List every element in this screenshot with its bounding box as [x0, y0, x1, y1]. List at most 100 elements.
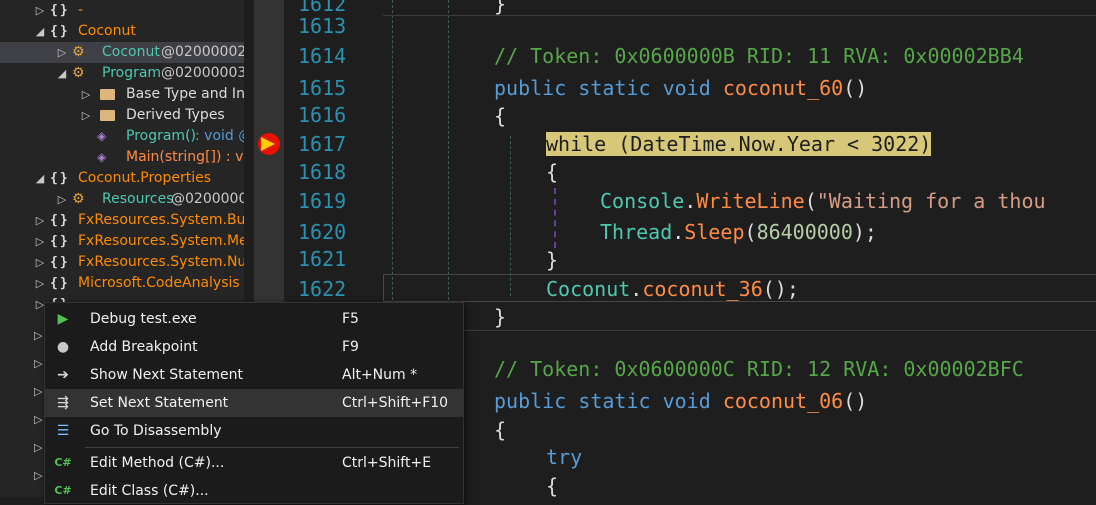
method-name[interactable]: coconut_60 — [723, 76, 843, 100]
menu-item-label: Show Next Statement — [90, 367, 243, 383]
code-line[interactable]: } — [494, 305, 506, 329]
menu-item-shortcut: F5 — [342, 311, 359, 327]
code-line[interactable]: } — [546, 248, 558, 272]
menu-item-debug[interactable]: ▶ Debug test.exe F5 — [45, 305, 463, 333]
dot: . — [630, 277, 643, 301]
method-name[interactable]: coconut_06 — [723, 389, 843, 413]
namespace-icon: {} — [50, 3, 70, 18]
brace: { — [546, 474, 559, 497]
code-line[interactable]: { — [546, 474, 558, 497]
keyword: try — [546, 445, 583, 469]
expand-arrow-icon[interactable]: ▷ — [34, 210, 46, 231]
tree-item-label: FxResources.System.Num — [78, 254, 244, 270]
code-line[interactable]: } — [494, 0, 506, 16]
line-number: 1619 — [298, 189, 347, 213]
expand-arrow-icon[interactable]: ▷ — [56, 189, 68, 210]
tree-item-token: @02000002 — [161, 44, 244, 60]
tree-item-namespace[interactable]: ▷ {} Microsoft.CodeAnalysis — [0, 273, 244, 294]
tree-item-class-coconut[interactable]: ▷ ⚙ Coconut @02000002 — [0, 42, 244, 63]
parens: () — [843, 76, 868, 100]
keyword: public — [494, 389, 567, 413]
class-icon: ⚙ — [72, 65, 85, 81]
tree-item-method-main[interactable]: ◈ Main(string[]) : vo — [0, 147, 244, 168]
expand-arrow-icon[interactable]: ▷ — [80, 105, 92, 126]
tree-item-namespace[interactable]: ▷ {} FxResources.System.Buffe — [0, 210, 244, 231]
code-line-method-signature[interactable]: public static void coconut_60() — [494, 76, 867, 100]
menu-item-show-next-statement[interactable]: ➔ Show Next Statement Alt+Num * — [45, 361, 463, 389]
code-line[interactable]: { — [494, 104, 506, 128]
type-name[interactable]: Coconut — [546, 277, 630, 301]
type-name[interactable]: Thread — [600, 220, 672, 244]
context-menu: ▶ Debug test.exe F5 ● Add Breakpoint F9 … — [44, 302, 464, 504]
method-icon: ◈ — [97, 150, 107, 164]
code-line[interactable]: // Token: 0x0600000C RID: 12 RVA: 0x0000… — [494, 357, 1024, 381]
collapse-arrow-icon[interactable]: ◢ — [34, 168, 46, 189]
collapse-arrow-icon[interactable]: ◢ — [34, 21, 46, 42]
tree-item-label: Coconut.Properties — [78, 170, 212, 186]
tree-item-label: Program — [102, 65, 162, 81]
tree-item-namespace[interactable]: ▷ {} FxResources.System.Mem — [0, 231, 244, 252]
menu-item-edit-method[interactable]: C# Edit Method (C#)... Ctrl+Shift+E — [45, 449, 463, 477]
keyword: public — [494, 76, 567, 100]
tree-item-class-program[interactable]: ◢ ⚙ Program @02000003 — [0, 63, 244, 84]
menu-item-label: Go To Disassembly — [90, 423, 222, 439]
tree-item-namespace[interactable]: ▷ {} FxResources.System.Num — [0, 252, 244, 273]
keyword: static — [578, 389, 651, 413]
menu-item-go-to-disassembly[interactable]: ☰ Go To Disassembly — [45, 417, 463, 445]
code-line-method-signature[interactable]: public static void coconut_06() — [494, 389, 867, 413]
breakpoint-current-statement-icon[interactable] — [258, 133, 280, 155]
line-number: 1616 — [298, 103, 347, 127]
code-line-current-statement[interactable]: while (DateTime.Now.Year < 3022) — [546, 132, 932, 156]
method-separator — [383, 15, 1096, 16]
tree-item-class-resources[interactable]: ▷ ⚙ Resources @0200000 — [0, 189, 244, 210]
tree-item-namespace[interactable]: ▷ {} - — [0, 0, 244, 21]
indent-guide — [392, 0, 393, 300]
code-line[interactable]: Thread.Sleep(86400000); — [600, 220, 877, 244]
code-comment: // Token: 0x0600000C RID: 12 RVA: 0x0000… — [494, 357, 1024, 381]
menu-item-edit-class[interactable]: C# Edit Class (C#)... — [45, 477, 463, 505]
type-name[interactable]: Console — [600, 189, 684, 213]
collapse-arrow-icon[interactable]: ◢ — [56, 63, 68, 84]
expand-arrow-icon[interactable]: ▷ — [56, 42, 68, 63]
scope-guide — [554, 188, 556, 248]
tree-item-method-ctor[interactable]: ◈ Program() : void @ — [0, 126, 244, 147]
tree-item-signature: : void @ — [195, 128, 244, 144]
tree-item-label: Resources — [102, 191, 174, 207]
tree-item-label: FxResources.System.Buffe — [78, 212, 244, 228]
expand-arrow-icon[interactable]: ▷ — [34, 252, 46, 273]
line-number: 1620 — [298, 220, 347, 244]
folder-icon — [100, 105, 115, 128]
tree-item-derived-types[interactable]: ▷ Derived Types — [0, 105, 244, 126]
method-call[interactable]: coconut_36 — [642, 277, 762, 301]
tree-item-namespace-coconut[interactable]: ◢ {} Coconut — [0, 21, 244, 42]
menu-item-label: Edit Method (C#)... — [90, 455, 225, 471]
code-line[interactable]: { — [494, 418, 506, 442]
code-line[interactable]: // Token: 0x0600000B RID: 11 RVA: 0x0000… — [494, 44, 1024, 68]
tree-item-base-types[interactable]: ▷ Base Type and Int — [0, 84, 244, 105]
code-line[interactable]: Coconut.coconut_36(); — [546, 277, 799, 301]
code-line[interactable]: try — [546, 445, 582, 469]
paren: (); — [762, 277, 799, 301]
expand-arrow-icon[interactable]: ▷ — [34, 231, 46, 252]
menu-item-add-breakpoint[interactable]: ● Add Breakpoint F9 — [45, 333, 463, 361]
menu-item-label: Edit Class (C#)... — [90, 483, 209, 499]
tree-item-namespace-properties[interactable]: ◢ {} Coconut.Properties — [0, 168, 244, 189]
expand-arrow-icon[interactable]: ▷ — [34, 273, 46, 294]
expand-arrow-icon[interactable]: ▷ — [80, 84, 92, 105]
method-separator — [383, 330, 1096, 331]
method-call[interactable]: WriteLine — [696, 189, 804, 213]
namespace-icon: {} — [50, 276, 70, 291]
line-number: 1618 — [298, 160, 347, 184]
brace: } — [494, 0, 507, 16]
code-line[interactable]: { — [546, 160, 558, 184]
line-number: 1614 — [298, 44, 347, 68]
keyword: void — [662, 389, 711, 413]
tree-item-token: @0200000 — [171, 191, 244, 207]
method-call[interactable]: Sleep — [684, 220, 744, 244]
code-line[interactable]: Console.WriteLine("Waiting for a thou — [600, 189, 1046, 213]
paren: ); — [852, 220, 877, 244]
menu-item-set-next-statement[interactable]: ⇶ Set Next Statement Ctrl+Shift+F10 — [45, 389, 463, 417]
expand-arrow-icon[interactable]: ▷ — [34, 0, 46, 21]
namespace-icon: {} — [50, 234, 70, 249]
menu-item-label: Debug test.exe — [90, 311, 197, 327]
